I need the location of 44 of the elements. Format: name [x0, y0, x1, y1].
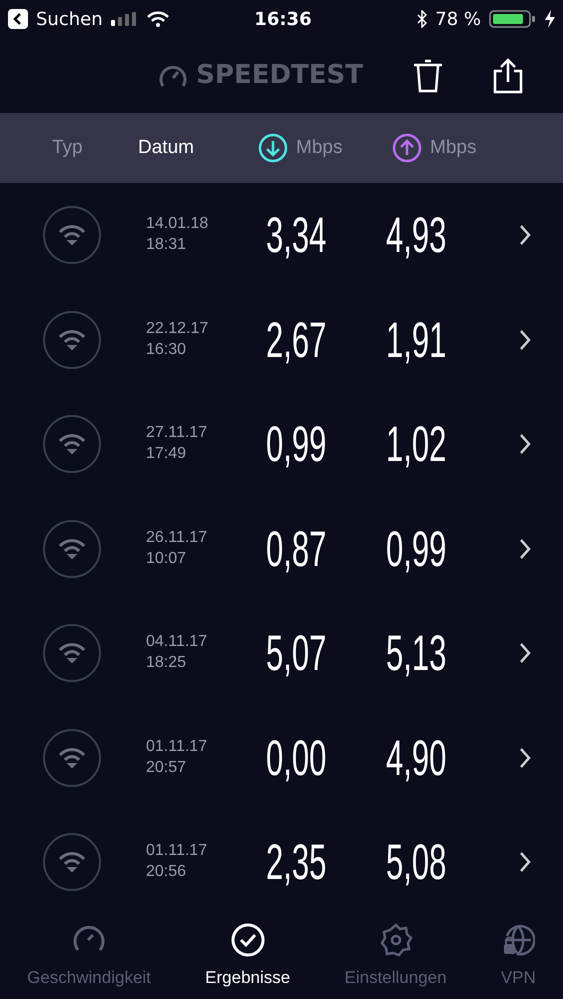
download-speed: 0,87 — [266, 524, 326, 574]
result-row[interactable]: 04.11.17 18:25 5,07 5,13 — [0, 601, 563, 706]
download-speed: 5,07 — [266, 628, 326, 678]
download-speed: 3,34 — [266, 210, 326, 260]
upload-speed: 4,90 — [386, 732, 446, 783]
result-date: 27.11.17 — [146, 423, 208, 444]
result-date: 01.11.17 — [146, 736, 208, 757]
upload-speed: 5,13 — [386, 628, 446, 678]
clock: 16:36 — [253, 8, 313, 32]
result-date: 26.11.17 — [146, 528, 208, 548]
result-time: 20:56 — [146, 862, 188, 882]
result-row[interactable]: 14.01.18 18:31 3,34 4,93 — [0, 183, 563, 288]
back-link[interactable]: Suchen — [36, 6, 103, 32]
tab-item[interactable]: Ergebnisse — [205, 922, 290, 990]
result-date: 14.01.18 — [146, 214, 210, 234]
column-sort[interactable]: Typ — [52, 134, 83, 162]
result-time: 18:25 — [146, 653, 188, 674]
upload-speed: 0,99 — [386, 524, 446, 574]
column-sort[interactable]: Datum — [138, 134, 194, 162]
result-row[interactable]: 01.11.17 20:56 2,35 5,08 — [0, 810, 563, 914]
result-row[interactable]: 01.11.17 20:57 0,00 4,90 — [0, 706, 563, 810]
column-sort[interactable]: Mbps — [392, 133, 476, 163]
upload-speed: 4,93 — [386, 210, 446, 260]
column-sort[interactable]: Mbps — [258, 133, 342, 163]
result-row[interactable]: 26.11.17 10:07 0,87 0,99 — [0, 496, 563, 601]
result-time: 18:31 — [146, 235, 188, 256]
battery-percent: 78 % — [435, 8, 481, 32]
result-row[interactable]: 22.12.17 16:30 2,67 1,91 — [0, 288, 563, 392]
result-date: 04.11.17 — [146, 632, 208, 652]
download-speed: 2,35 — [266, 837, 326, 888]
upload-speed: 1,91 — [386, 314, 446, 365]
result-time: 10:07 — [146, 548, 188, 569]
upload-speed: 5,08 — [386, 837, 446, 888]
logo-text: SPEEDTEST — [196, 59, 363, 92]
result-row[interactable]: 27.11.17 17:49 0,99 1,02 — [0, 392, 563, 496]
upload-speed: 1,02 — [386, 419, 446, 470]
result-date: 22.12.17 — [146, 318, 210, 339]
result-date: 01.11.17 — [146, 841, 208, 862]
result-time: 16:30 — [146, 340, 188, 360]
download-speed: 0,99 — [266, 419, 326, 470]
download-speed: 0,00 — [266, 732, 326, 783]
result-time: 20:57 — [146, 758, 188, 778]
download-speed: 2,67 — [266, 314, 326, 365]
result-time: 17:49 — [146, 444, 188, 464]
